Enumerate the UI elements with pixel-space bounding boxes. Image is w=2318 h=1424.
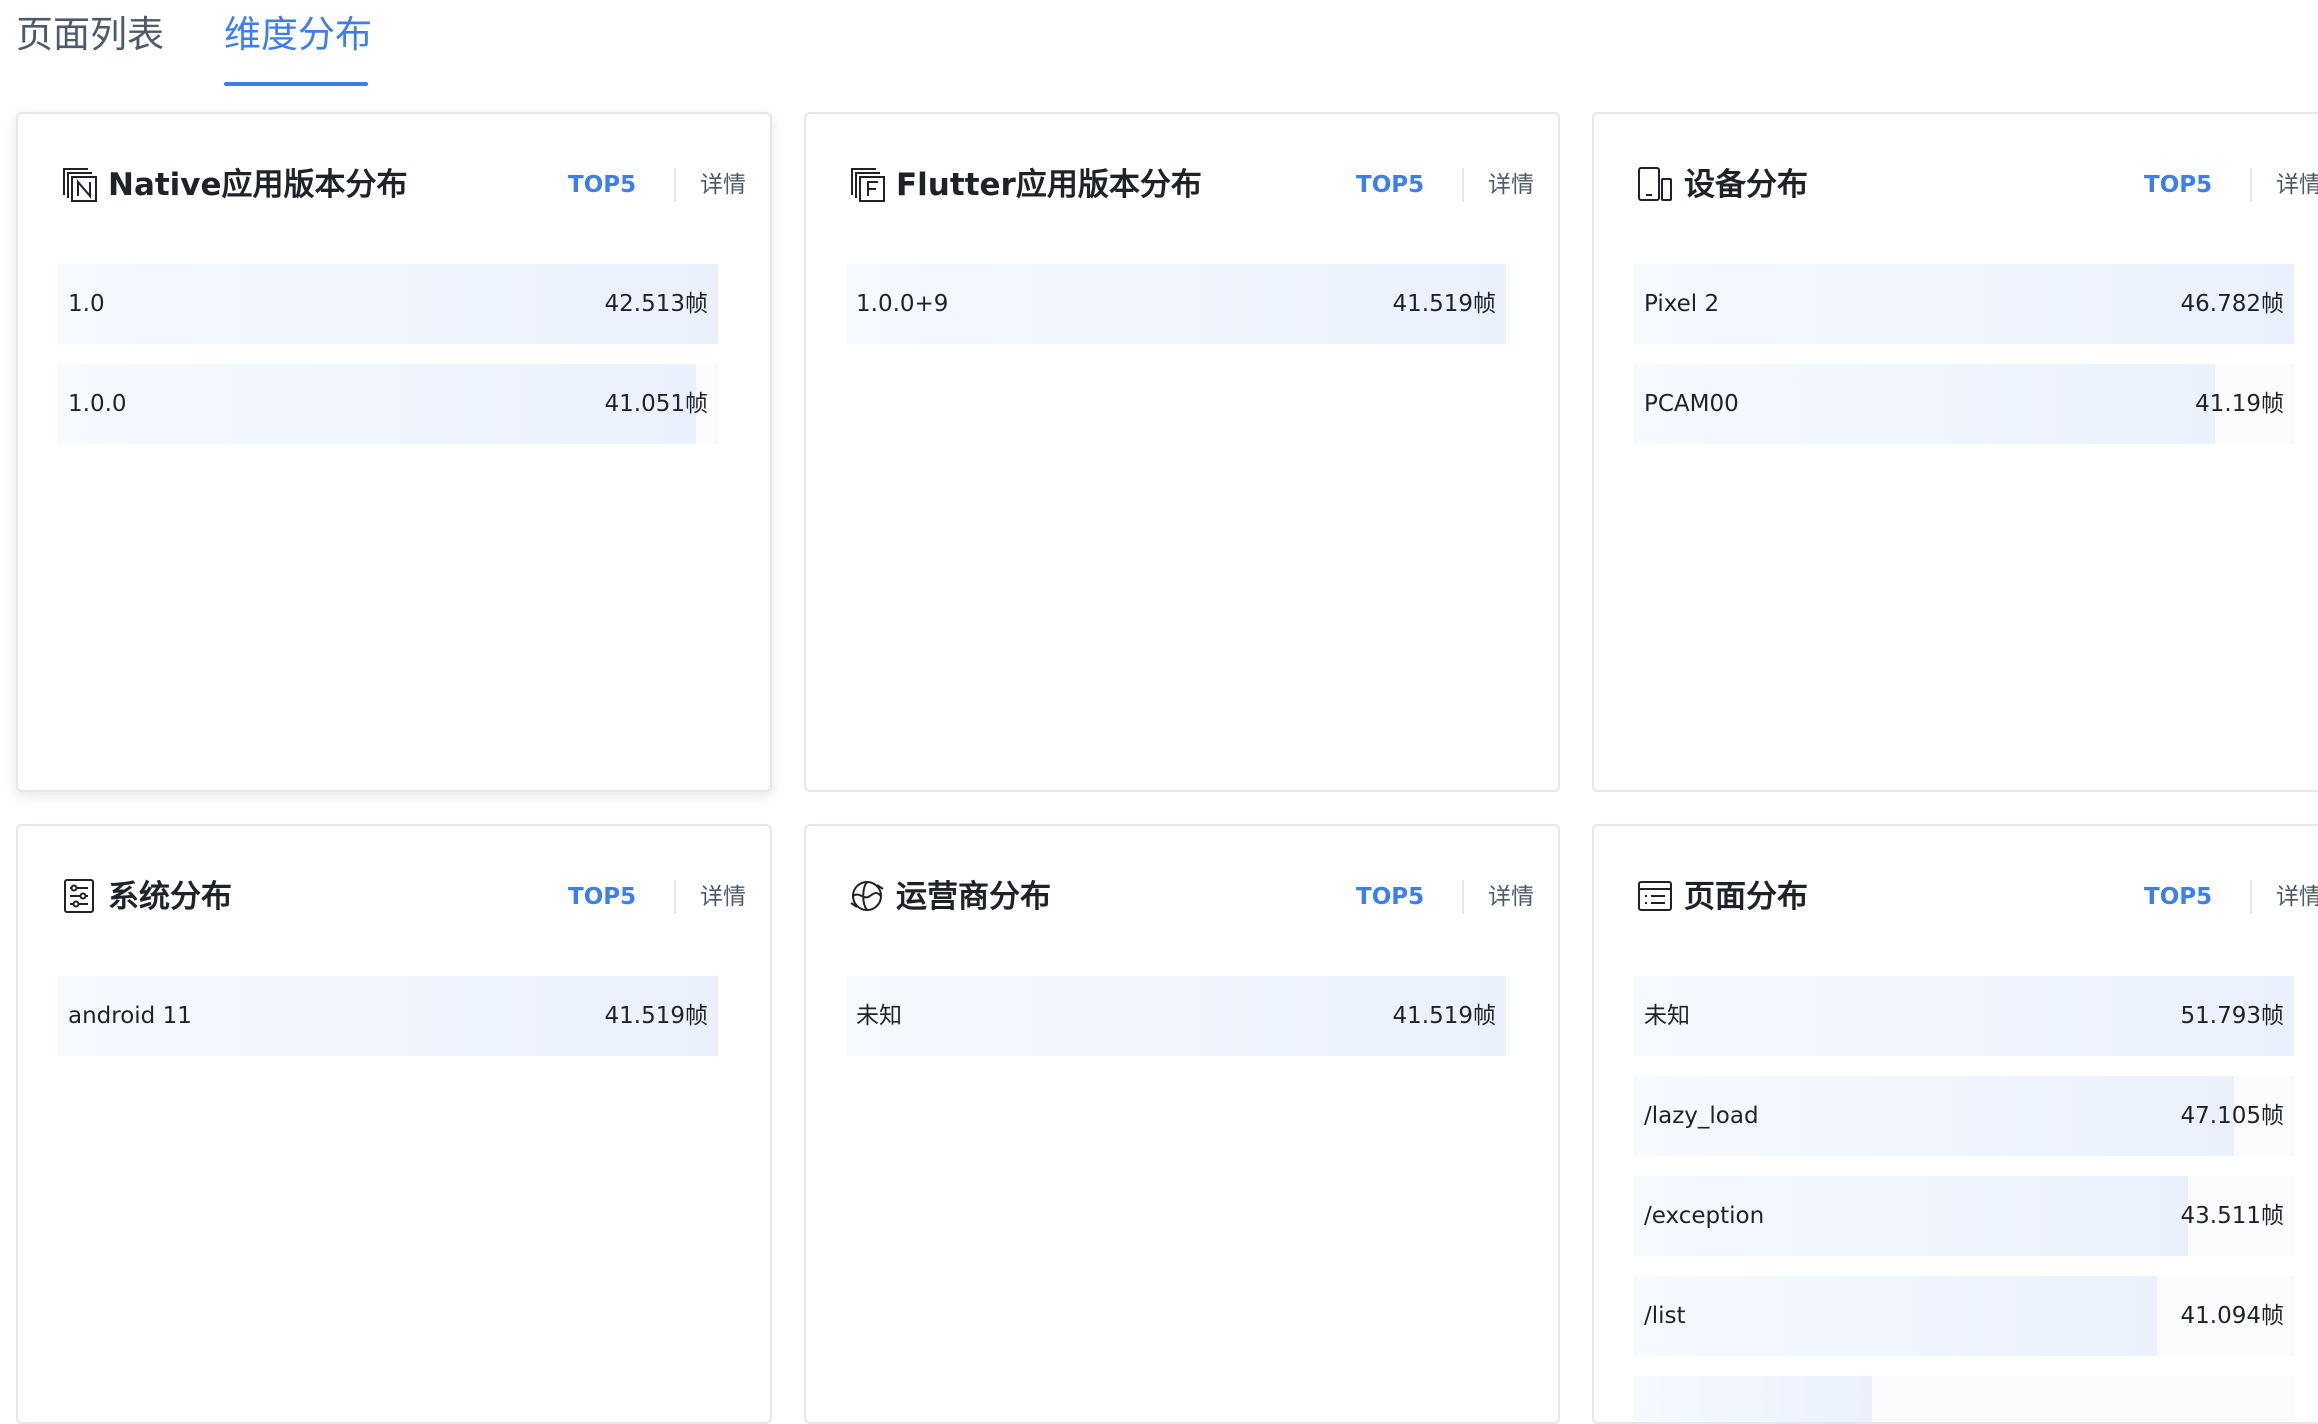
top5-button[interactable]: TOP5: [2144, 160, 2212, 210]
card-title: 运营商分布: [896, 879, 1051, 915]
row-label: 1.0.0: [68, 391, 127, 417]
active-tab-indicator: [224, 82, 368, 86]
row-value: 46.782帧: [2180, 291, 2284, 317]
top5-button[interactable]: TOP5: [1356, 160, 1424, 210]
card-header: Native应用版本分布 TOP5 详情: [60, 160, 770, 210]
row-label: 未知: [1644, 1003, 1690, 1029]
card-header: Flutter应用版本分布 TOP5 详情: [848, 160, 1558, 210]
card-carrier: 运营商分布 TOP5 详情 未知 41.519帧: [804, 824, 1560, 1424]
detail-button[interactable]: 详情: [700, 160, 746, 210]
row-value: 43.511帧: [2180, 1203, 2284, 1229]
distribution-list: android 11 41.519帧: [58, 976, 718, 1076]
divider: [674, 168, 676, 202]
card-title: 页面分布: [1684, 879, 1808, 915]
distribution-list: 未知 51.793帧 /lazy_load 47.105帧 /exception…: [1634, 976, 2294, 1422]
row-value: 41.519帧: [1392, 291, 1496, 317]
distribution-list: Pixel 2 46.782帧 PCAM00 41.19帧: [1634, 264, 2294, 464]
card-header: 系统分布 TOP5 详情: [60, 872, 770, 922]
list-item[interactable]: Pixel 2 46.782帧: [1634, 264, 2294, 344]
row-value: 41.19帧: [2195, 391, 2284, 417]
distribution-list: 1.0 42.513帧 1.0.0 41.051帧: [58, 264, 718, 464]
list-item[interactable]: 1.0.0 41.051帧: [58, 364, 718, 444]
list-item[interactable]: 1.0.0+9 41.519帧: [846, 264, 1506, 344]
list-item[interactable]: PCAM00 41.19帧: [1634, 364, 2294, 444]
row-label: 未知: [856, 1003, 902, 1029]
distribution-list: 未知 41.519帧: [846, 976, 1506, 1076]
row-bar: [1634, 1376, 1872, 1422]
row-bar: [1634, 1276, 2158, 1356]
detail-button[interactable]: 详情: [2276, 160, 2318, 210]
list-item[interactable]: /lazy_load 47.105帧: [1634, 1076, 2294, 1156]
device-icon: [1636, 165, 1674, 203]
page-icon: [1636, 877, 1674, 915]
row-value: 41.519帧: [604, 1003, 708, 1029]
list-item[interactable]: android 11 41.519帧: [58, 976, 718, 1056]
row-label: PCAM00: [1644, 391, 1739, 417]
divider: [1462, 168, 1464, 202]
card-title: Native应用版本分布: [108, 167, 408, 203]
distribution-list: 1.0.0+9 41.519帧: [846, 264, 1506, 364]
card-header: 页面分布 TOP5 详情: [1636, 872, 2318, 922]
divider: [2250, 168, 2252, 202]
divider: [1462, 880, 1464, 914]
list-item[interactable]: 未知 51.793帧: [1634, 976, 2294, 1056]
card-flutter-version: Flutter应用版本分布 TOP5 详情 1.0.0+9 41.519帧: [804, 112, 1560, 792]
row-label: Pixel 2: [1644, 291, 1720, 317]
card-title: Flutter应用版本分布: [896, 167, 1202, 203]
top5-button[interactable]: TOP5: [568, 872, 636, 922]
row-value: 41.094帧: [2180, 1303, 2284, 1329]
row-bar: [58, 364, 696, 444]
row-label: /lazy_load: [1644, 1103, 1759, 1129]
carrier-icon: [848, 877, 886, 915]
divider: [674, 880, 676, 914]
row-label: 1.0: [68, 291, 105, 317]
row-value: 42.513帧: [604, 291, 708, 317]
row-value: 47.105帧: [2180, 1103, 2284, 1129]
card-page: 页面分布 TOP5 详情 未知 51.793帧 /lazy_load 47.10…: [1592, 824, 2318, 1424]
card-title: 系统分布: [108, 879, 232, 915]
row-label: /list: [1644, 1303, 1686, 1329]
list-item[interactable]: 未知 41.519帧: [846, 976, 1506, 1056]
row-label: android 11: [68, 1003, 192, 1029]
flutter-version-icon: [848, 165, 886, 203]
row-value: 41.519帧: [1392, 1003, 1496, 1029]
tab-dimension-distribution[interactable]: 维度分布: [224, 10, 372, 60]
tab-bar: 页面列表 维度分布: [0, 0, 2318, 88]
card-header: 运营商分布 TOP5 详情: [848, 872, 1558, 922]
top5-button[interactable]: TOP5: [568, 160, 636, 210]
card-title: 设备分布: [1684, 167, 1808, 203]
row-label: /exception: [1644, 1203, 1765, 1229]
detail-button[interactable]: 详情: [700, 872, 746, 922]
card-system: 系统分布 TOP5 详情 android 11 41.519帧: [16, 824, 772, 1424]
native-version-icon: [60, 165, 98, 203]
card-header: 设备分布 TOP5 详情: [1636, 160, 2318, 210]
detail-button[interactable]: 详情: [1488, 160, 1534, 210]
top5-button[interactable]: TOP5: [2144, 872, 2212, 922]
list-item[interactable]: [1634, 1376, 2294, 1422]
list-item[interactable]: 1.0 42.513帧: [58, 264, 718, 344]
card-device: 设备分布 TOP5 详情 Pixel 2 46.782帧 PCAM00 41.1…: [1592, 112, 2318, 792]
list-item[interactable]: /list 41.094帧: [1634, 1276, 2294, 1356]
top5-button[interactable]: TOP5: [1356, 872, 1424, 922]
detail-button[interactable]: 详情: [2276, 872, 2318, 922]
card-native-version: Native应用版本分布 TOP5 详情 1.0 42.513帧 1.0.0 4…: [16, 112, 772, 792]
detail-button[interactable]: 详情: [1488, 872, 1534, 922]
tab-page-list[interactable]: 页面列表: [16, 10, 164, 60]
divider: [2250, 880, 2252, 914]
row-value: 51.793帧: [2180, 1003, 2284, 1029]
row-value: 41.051帧: [604, 391, 708, 417]
system-icon: [60, 877, 98, 915]
row-label: 1.0.0+9: [856, 291, 949, 317]
list-item[interactable]: /exception 43.511帧: [1634, 1176, 2294, 1256]
